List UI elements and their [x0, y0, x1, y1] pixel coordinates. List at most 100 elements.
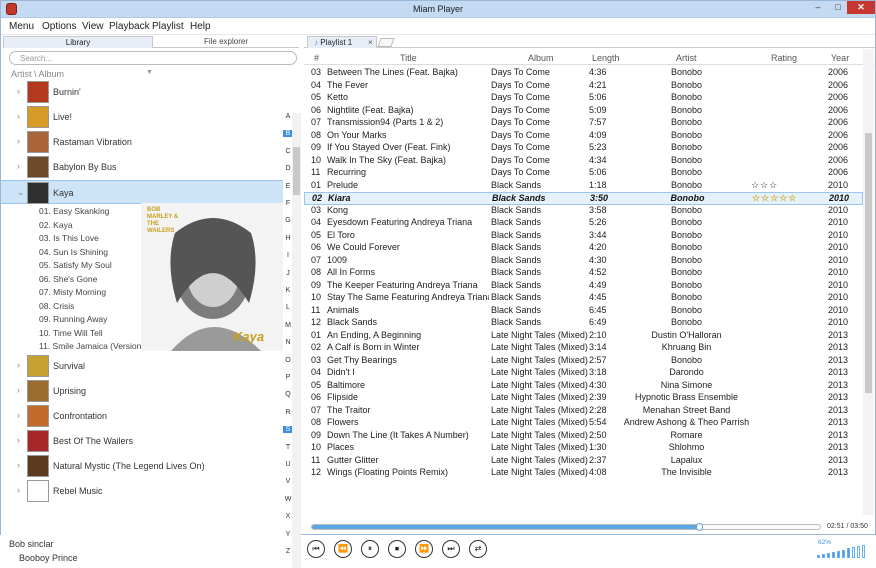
- table-row[interactable]: 11 Animals Black Sands 6:45 Bonobo 2010: [304, 305, 863, 318]
- album-item[interactable]: › Rastaman Vibration: [1, 130, 283, 154]
- table-row[interactable]: 03 Kong Black Sands 3:58 Bonobo 2010: [304, 205, 863, 218]
- table-row[interactable]: 08 On Your Marks Days To Come 4:09 Bonobo 200…: [304, 130, 863, 143]
- album-item[interactable]: › Best Of The Wailers: [1, 429, 283, 453]
- column-header-number[interactable]: #: [314, 53, 319, 63]
- table-row[interactable]: 10 Walk In The Sky (Feat. Bajka) Days To C…: [304, 155, 863, 168]
- chevron-right-icon[interactable]: ›: [17, 410, 20, 420]
- play-pause-button[interactable]: ⏸: [361, 540, 379, 558]
- album-item[interactable]: › Natural Mystic (The Legend Lives On): [1, 454, 283, 478]
- album-item[interactable]: › Confrontation: [1, 404, 283, 428]
- seek-backward-button[interactable]: ⏪: [334, 540, 352, 558]
- chevron-right-icon[interactable]: ›: [17, 485, 20, 495]
- chevron-down-icon[interactable]: ▼: [146, 69, 153, 76]
- table-row[interactable]: 07 1009 Black Sands 4:30 Bonobo 2010: [304, 255, 863, 268]
- table-row[interactable]: 05 Baltimore Late Night Tales (Mixed) 4:30 N…: [304, 380, 863, 393]
- menu-menu[interactable]: Menu: [9, 21, 34, 32]
- table-row[interactable]: 05 Ketto Days To Come 5:06 Bonobo 2006: [304, 92, 863, 105]
- close-button[interactable]: ✕: [847, 1, 875, 14]
- table-row[interactable]: 12 Black Sands Black Sands 6:49 Bonobo 2010: [304, 317, 863, 330]
- column-header-title[interactable]: Title: [400, 53, 417, 63]
- track-title: We Could Forever: [327, 242, 400, 252]
- table-row[interactable]: 12 Wings (Floating Points Remix) Late Nigh…: [304, 467, 863, 480]
- chevron-right-icon[interactable]: ›: [17, 86, 20, 96]
- library-scrollbar-thumb[interactable]: [293, 147, 300, 195]
- album-item[interactable]: ⌄ Kaya: [1, 180, 283, 204]
- table-row[interactable]: 07 The Traitor Late Night Tales (Mixed) 2:2…: [304, 405, 863, 418]
- table-row[interactable]: 02 A Calf is Born in Winter Late Night Tal…: [304, 342, 863, 355]
- menu-playback[interactable]: Playback: [109, 21, 150, 32]
- table-row[interactable]: 09 If You Stayed Over (Feat. Fink) Days To…: [304, 142, 863, 155]
- skip-forward-button[interactable]: ⏭: [442, 540, 460, 558]
- chevron-right-icon[interactable]: ›: [17, 111, 20, 121]
- column-header-length[interactable]: Length: [592, 53, 620, 63]
- tab-library[interactable]: Library: [3, 36, 153, 48]
- table-row[interactable]: 08 All In Forms Black Sands 4:52 Bonobo 2010: [304, 267, 863, 280]
- table-row[interactable]: 05 El Toro Black Sands 3:44 Bonobo 2010: [304, 230, 863, 243]
- album-item[interactable]: › Live!: [1, 105, 283, 129]
- library-scrollbar[interactable]: [292, 113, 301, 568]
- title-bar: Miam Player – □ ✕: [1, 1, 875, 18]
- table-row[interactable]: 02 Kiara Black Sands 3:50 Bonobo ☆☆☆☆☆ 2010: [304, 192, 863, 205]
- close-tab-icon[interactable]: ×: [368, 37, 373, 48]
- playlist-scrollbar-thumb[interactable]: [865, 133, 872, 393]
- table-row[interactable]: 03 Between The Lines (Feat. Bajka) Days To…: [304, 67, 863, 80]
- chevron-right-icon[interactable]: ›: [17, 161, 20, 171]
- tab-file-explorer[interactable]: File explorer: [153, 36, 299, 48]
- chevron-right-icon[interactable]: ›: [17, 435, 20, 445]
- album-item[interactable]: › Uprising: [1, 379, 283, 403]
- table-row[interactable]: 04 Didn't I Late Night Tales (Mixed) 3:18 Da…: [304, 367, 863, 380]
- artist-item[interactable]: Bob sinclar: [9, 539, 54, 549]
- table-row[interactable]: 09 Down The Line (It Takes A Number) Late …: [304, 430, 863, 443]
- new-playlist-tab-button[interactable]: [377, 38, 395, 47]
- table-row[interactable]: 06 Nightlite (Feat. Bajka) Days To Come 5:0…: [304, 105, 863, 118]
- chevron-right-icon[interactable]: ›: [17, 360, 20, 370]
- seek-forward-button[interactable]: ⏩: [415, 540, 433, 558]
- table-row[interactable]: 06 We Could Forever Black Sands 4:20 Bonobo 2…: [304, 242, 863, 255]
- menu-options[interactable]: Options: [42, 21, 76, 32]
- menu-help[interactable]: Help: [190, 21, 211, 32]
- table-row[interactable]: 01 An Ending, A Beginning Late Night Tales…: [304, 330, 863, 343]
- table-row[interactable]: 03 Get Thy Bearings Late Night Tales (Mixe…: [304, 355, 863, 368]
- artist-item[interactable]: Booboy Prince: [19, 553, 78, 563]
- stop-button[interactable]: ⏹: [388, 540, 406, 558]
- column-header-artist[interactable]: Artist: [676, 53, 697, 63]
- album-item[interactable]: › Rebel Music: [1, 479, 283, 503]
- table-row[interactable]: 11 Gutter Glitter Late Night Tales (Mixed)…: [304, 455, 863, 468]
- seek-slider-handle[interactable]: [695, 523, 703, 531]
- column-header-album[interactable]: Album: [528, 53, 554, 63]
- column-header-year[interactable]: Year: [831, 53, 849, 63]
- track-artist: Andrew Ashong & Theo Parrish: [623, 417, 750, 427]
- table-row[interactable]: 10 Places Late Night Tales (Mixed) 1:30 Shlo…: [304, 442, 863, 455]
- table-row[interactable]: 04 Eyesdown Featuring Andreya Triana Black…: [304, 217, 863, 230]
- playback-mode-button[interactable]: ⇄: [469, 540, 487, 558]
- maximize-button[interactable]: □: [829, 1, 847, 15]
- seek-slider[interactable]: [311, 523, 821, 531]
- track-year: 2013: [827, 429, 849, 440]
- album-item[interactable]: › Babylon By Bus: [1, 155, 283, 179]
- table-row[interactable]: 10 Stay The Same Featuring Andreya Triana…: [304, 292, 863, 305]
- skip-backward-button[interactable]: ⏮: [307, 540, 325, 558]
- table-row[interactable]: 07 Transmission94 (Parts 1 & 2) Days To Co…: [304, 117, 863, 130]
- album-label: Rastaman Vibration: [53, 137, 132, 147]
- table-row[interactable]: 08 Flowers Late Night Tales (Mixed) 5:54 And…: [304, 417, 863, 430]
- chevron-right-icon[interactable]: ›: [17, 136, 20, 146]
- column-header-rating[interactable]: Rating: [771, 53, 797, 63]
- search-input[interactable]: Search...: [9, 51, 297, 65]
- menu-playlist[interactable]: Playlist: [152, 21, 184, 32]
- chevron-right-icon[interactable]: ›: [17, 460, 20, 470]
- tab-playlist-1[interactable]: ♪ Playlist 1 ×: [307, 36, 377, 48]
- table-row[interactable]: 01 Prelude Black Sands 1:18 Bonobo ☆☆☆ 2010: [304, 180, 863, 193]
- playlist-scrollbar[interactable]: [863, 49, 874, 515]
- sort-by-selector[interactable]: Artist \ Album: [11, 69, 64, 79]
- table-row[interactable]: 04 The Fever Days To Come 4:21 Bonobo 2006: [304, 80, 863, 93]
- minimize-button[interactable]: –: [807, 1, 829, 15]
- chevron-down-icon[interactable]: ⌄: [17, 187, 25, 198]
- table-row[interactable]: 09 The Keeper Featuring Andreya Triana Bla…: [304, 280, 863, 293]
- table-row[interactable]: 11 Recurring Days To Come 5:06 Bonobo 2006: [304, 167, 863, 180]
- table-row[interactable]: 06 Flipside Late Night Tales (Mixed) 2:39 Hy…: [304, 392, 863, 405]
- chevron-right-icon[interactable]: ›: [17, 385, 20, 395]
- volume-slider[interactable]: [817, 544, 869, 558]
- album-item[interactable]: › Burnin': [1, 80, 283, 104]
- menu-view[interactable]: View: [82, 21, 104, 32]
- album-item[interactable]: › Survival: [1, 354, 283, 378]
